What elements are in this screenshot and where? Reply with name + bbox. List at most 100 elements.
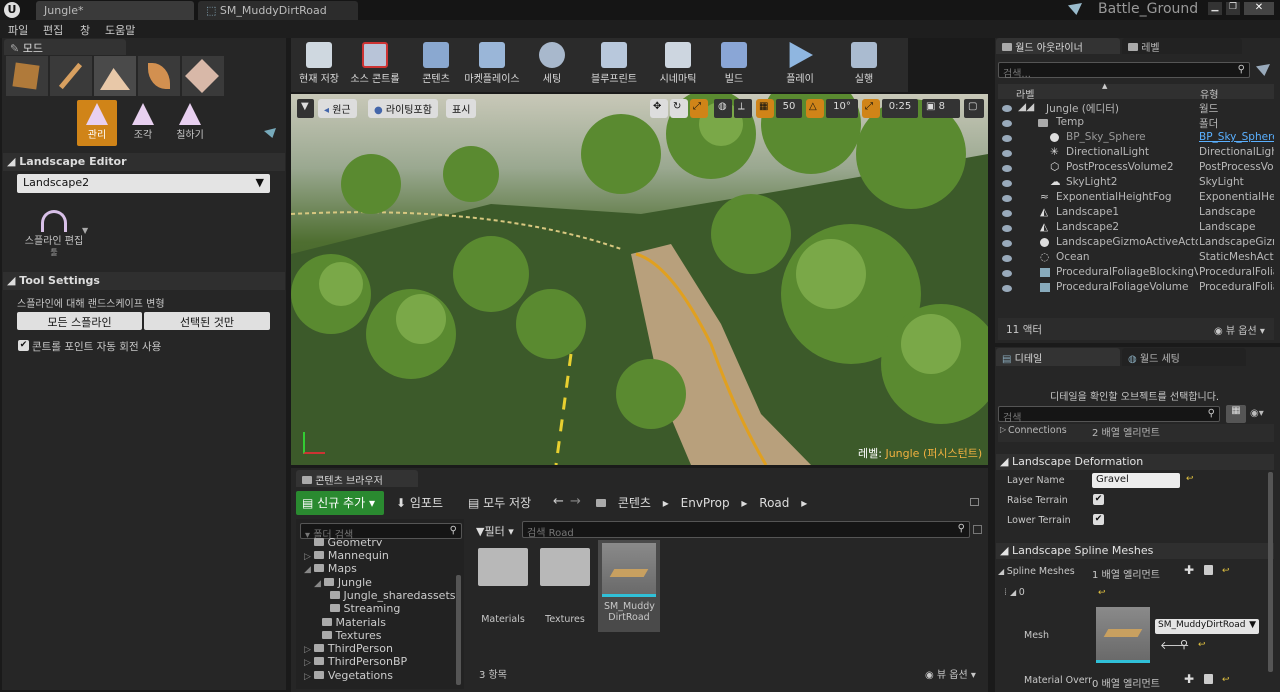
breadcrumb-content[interactable]: 콘텐츠	[618, 496, 651, 510]
lock-icon[interactable]	[970, 498, 979, 506]
outliner-row[interactable]: ◭ Landscape1 Landscape	[998, 206, 1274, 221]
subtool-sculpt-button[interactable]: 조각	[123, 100, 163, 146]
landscape-editor-header[interactable]: ◢ Landscape Editor	[3, 153, 285, 171]
trash-icon[interactable]	[1204, 674, 1213, 684]
all-splines-button[interactable]: 모든 스플라인	[17, 312, 142, 330]
mesh-thumbnail[interactable]	[1096, 607, 1150, 663]
asset-search-input[interactable]: 검색 Road ⚲	[522, 521, 970, 539]
outliner-row[interactable]: ◢◢ Jungle (에디터) 월드	[998, 101, 1274, 116]
tree-item-thirdperson[interactable]: ▷ ThirdPerson	[304, 642, 393, 655]
show-button[interactable]: 표시	[446, 99, 477, 118]
forward-arrow-icon[interactable]: →	[570, 494, 581, 509]
tree-item-thirdpersonbp[interactable]: ▷ ThirdPersonBP	[304, 655, 407, 668]
mode-landscape-button[interactable]	[94, 56, 136, 96]
chevron-right-icon[interactable]: ▷	[1000, 425, 1006, 434]
translate-tool-button[interactable]: ✥	[650, 99, 668, 118]
asset-tile[interactable]: Textures	[538, 546, 592, 625]
breadcrumb-road[interactable]: Road	[759, 496, 789, 510]
tree-item-maps[interactable]: ◢ Maps	[304, 562, 357, 575]
property-matrix-button[interactable]: ▦	[1226, 405, 1246, 423]
menu-file[interactable]: 파일	[8, 22, 28, 38]
landscape-dropdown[interactable]: Landscape2 ▼	[17, 174, 270, 193]
scale-tool-button[interactable]: ⤢	[690, 99, 708, 118]
breadcrumb-envprop[interactable]: EnvProp	[681, 496, 730, 510]
tree-scrollbar[interactable]	[456, 575, 461, 685]
tree-item-mannequin[interactable]: ▷ Mannequin	[304, 549, 389, 562]
close-button[interactable]: ✕	[1244, 2, 1274, 15]
add-new-button[interactable]: ▤ 신규 추가 ▾	[296, 491, 384, 515]
reset-arrow-icon[interactable]: ↩	[1098, 588, 1106, 598]
surface-snap-button[interactable]: ⟂	[734, 99, 752, 118]
blueprints-button[interactable]: 블루프린트	[583, 40, 645, 90]
save-all-button[interactable]: ▤ 모두 저장	[468, 494, 531, 511]
lower-terrain-checkbox[interactable]: ✔	[1093, 514, 1104, 525]
maximize-button[interactable]: ❐	[1226, 2, 1240, 15]
outliner-col-label[interactable]: 라벨	[1016, 86, 1034, 101]
tree-item-geometry[interactable]: Geometry	[314, 536, 444, 546]
details-eye-icon[interactable]: ◉▾	[1250, 408, 1264, 419]
camera-speed-button[interactable]: ▣ 8	[922, 99, 960, 118]
outliner-row[interactable]: ≈ ExponentialHeightFog ExponentialHeig	[998, 191, 1274, 206]
play-button[interactable]: 플레이	[772, 40, 828, 90]
import-button[interactable]: ⬇ 임포트	[396, 494, 443, 511]
viewport[interactable]	[291, 94, 988, 465]
mode-paint-button[interactable]	[50, 56, 92, 96]
spline-edit-tool[interactable]: 스플라인 편집 툴	[18, 210, 90, 262]
rotate-tool-button[interactable]: ↻	[670, 99, 688, 118]
menu-edit[interactable]: 편집	[43, 22, 63, 38]
details-scrollbar[interactable]	[1268, 472, 1273, 672]
reset-arrow-icon[interactable]: ↩	[1198, 640, 1206, 650]
cinematics-button[interactable]: 시네마틱	[649, 40, 707, 90]
view-options-button[interactable]: ◉ 뷰 옵션 ▾	[925, 666, 976, 681]
trash-icon[interactable]	[1204, 565, 1213, 575]
tree-item-jungle[interactable]: ◢ Jungle	[314, 576, 372, 589]
subtool-paint-button[interactable]: 칠하기	[169, 100, 211, 146]
marketplace-button[interactable]: 마켓플레이스	[462, 40, 522, 90]
outliner-search-input[interactable]: 검색... ⚲	[998, 62, 1250, 80]
scale-snap-value[interactable]: 0:25	[882, 99, 918, 118]
outliner-row[interactable]: ◌ Ocean StaticMeshActor	[998, 251, 1274, 266]
collapse-arrow-icon[interactable]: ◢	[1010, 588, 1019, 597]
reset-arrow-icon[interactable]: ↩	[1222, 566, 1230, 576]
viewport-menu-button[interactable]: ▼	[297, 99, 314, 118]
back-arrow-icon[interactable]: ←	[553, 494, 564, 509]
layer-name-field[interactable]: Gravel	[1092, 473, 1180, 488]
mode-foliage-button[interactable]	[138, 56, 180, 96]
tree-item-vegetations[interactable]: ▷ Vegetations	[304, 669, 393, 682]
outliner-view-options[interactable]: ◉ 뷰 옵션 ▾	[1214, 322, 1265, 337]
source-control-button[interactable]: 소스 콘트롤	[345, 40, 405, 90]
outliner-row-type[interactable]: BP_Sky_Sphere	[1199, 131, 1274, 143]
outliner-row[interactable]: ☁ SkyLight2 SkyLight	[998, 176, 1274, 191]
asset-tab[interactable]: ⬚ SM_MuddyDirtRoad	[198, 1, 358, 20]
spline-meshes-header[interactable]: ◢ Landscape Spline Meshes	[996, 543, 1274, 559]
world-space-button[interactable]: ◍	[714, 99, 732, 118]
auto-rotate-checkbox[interactable]: ✔	[18, 340, 29, 351]
outliner-row[interactable]: BP_Sky_Sphere BP_Sky_Sphere	[998, 131, 1274, 146]
browse-search-icon[interactable]: ⚲	[1180, 638, 1188, 651]
details-tab[interactable]: ▤ 디테일	[996, 348, 1120, 366]
raise-terrain-checkbox[interactable]: ✔	[1093, 494, 1104, 505]
tree-item-streaming[interactable]: Streaming	[330, 602, 400, 615]
menu-window[interactable]: 창	[80, 22, 90, 38]
outliner-row[interactable]: ✳ DirectionalLight DirectionalLight	[998, 146, 1274, 161]
asset-tile-selected[interactable]: SM_Muddy DirtRoad	[598, 540, 660, 632]
outliner-row[interactable]: LandscapeGizmoActiveActor2 LandscapeGizm	[998, 236, 1274, 251]
levels-tab[interactable]: 레벨	[1122, 38, 1242, 54]
perspective-button[interactable]: ◂ 원근	[318, 99, 357, 118]
outliner-row[interactable]: ProceduralFoliageBlockingVol ProceduralFo…	[998, 266, 1274, 281]
filter-button[interactable]: ▼필터 ▾	[474, 521, 520, 538]
content-button[interactable]: 콘텐츠	[411, 40, 461, 90]
level-tab[interactable]: Jungle*	[36, 1, 194, 20]
menu-help[interactable]: 도움말	[105, 22, 135, 38]
world-settings-tab[interactable]: ◍ 월드 세팅	[1122, 348, 1246, 366]
reset-arrow-icon[interactable]: ↩	[1186, 474, 1194, 484]
outliner-row[interactable]: ⬡ PostProcessVolume2 PostProcessVol	[998, 161, 1274, 176]
add-element-icon[interactable]: ✚	[1184, 672, 1194, 686]
outliner-row[interactable]: Temp 폴더	[998, 116, 1274, 131]
modes-tab[interactable]: ✎ 모드	[4, 39, 126, 55]
grid-snap-toggle[interactable]: ▦	[756, 99, 774, 118]
selected-only-button[interactable]: 선택된 것만	[144, 312, 270, 330]
reset-arrow-icon[interactable]: ↩	[1222, 675, 1230, 685]
build-button[interactable]: 빌드	[712, 40, 756, 90]
outliner-tab[interactable]: 월드 아웃라이너	[996, 38, 1120, 54]
